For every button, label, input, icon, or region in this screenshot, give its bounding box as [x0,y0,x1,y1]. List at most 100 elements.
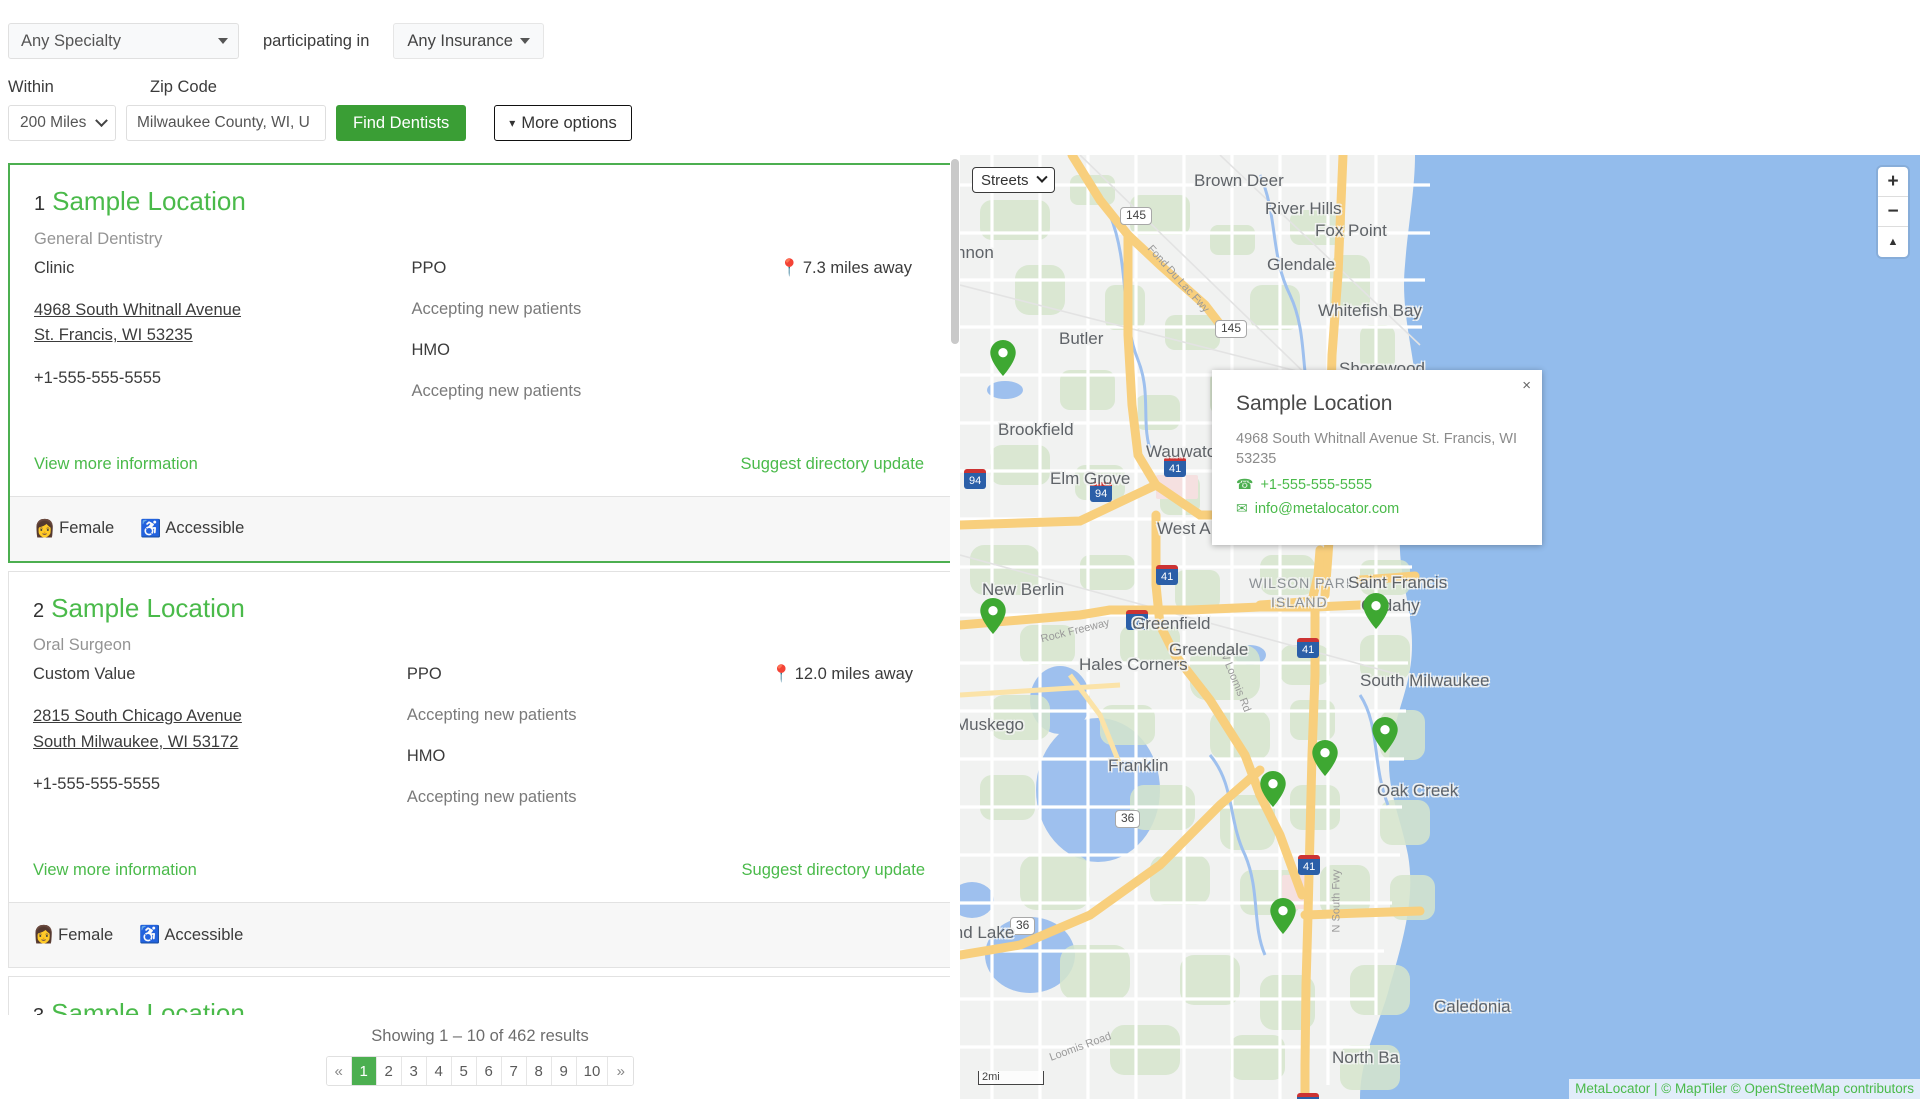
result-distance: 📍 7.3 miles away [779,259,912,278]
highway-shield-36: 36 [1115,810,1141,828]
result-card[interactable]: 1 Sample Location General Dentistry Clini… [8,163,952,563]
map-marker-pin-icon[interactable] [980,598,1006,634]
field-label-row: Within Zip Code [8,78,632,97]
map-marker-pin-icon[interactable] [1270,898,1296,934]
map-city-label: Hales Corners [1079,655,1188,674]
insurance-dropdown-button[interactable]: Any Insurance [393,23,544,59]
result-plans-column: PPO Accepting new patients HMO Accepting… [407,665,771,829]
badge-gender: 👩 Female [34,519,114,539]
result-address-line2[interactable]: St. Francis, WI 53235 [34,323,412,349]
map-info-popup[interactable]: × Sample Location 4968 South Whitnall Av… [1212,370,1542,546]
result-card-links: View more information Suggest directory … [10,429,950,496]
result-plan-hmo: HMO [406,747,446,766]
map-marker-pin-icon[interactable] [1372,717,1398,753]
result-address-line1[interactable]: 4968 South Whitnall Avenue [34,298,412,324]
result-card-body: 1 Sample Location General Dentistry Clini… [10,165,950,429]
popup-title: Sample Location [1236,392,1393,415]
badge-accessible: ♿ Accessible [139,925,243,945]
popup-close-icon[interactable]: × [1522,377,1531,394]
suggest-directory-update-link[interactable]: Suggest directory update [741,455,924,474]
map-marker-pin-icon[interactable] [1260,771,1286,807]
map-city-label: Glendale [1267,255,1336,274]
pagination-last[interactable]: » [608,1057,634,1085]
map-marker-pin-icon[interactable] [1363,593,1389,629]
result-location-type: Custom Value [33,665,136,684]
map-city-label: Muskego [960,715,1024,734]
envelope-icon: ✉ [1236,500,1248,517]
pagination-page-8[interactable]: 8 [526,1057,552,1085]
zoom-in-button[interactable]: + [1878,167,1908,197]
map-city-label: South Milwaukee [1360,671,1490,690]
pagination-page-5[interactable]: 5 [451,1057,477,1085]
result-title[interactable]: 3 Sample Location [33,999,927,1015]
map-attribution: MetaLocator | © MapTiler © OpenStreetMap… [1569,1079,1920,1099]
specialty-select[interactable]: Any Specialty [8,23,239,59]
results-panel: 1 Sample Location General Dentistry Clini… [0,155,960,1099]
result-title[interactable]: 1 Sample Location [34,187,926,216]
popup-phone-row[interactable]: ☎ +1-555-555-5555 [1236,476,1518,493]
suggest-directory-update-link[interactable]: Suggest directory update [742,861,925,880]
result-address-line1[interactable]: 2815 South Chicago Avenue [33,704,407,730]
result-address-line2[interactable]: South Milwaukee, WI 53172 [33,730,407,756]
highway-shield-145: 145 [1215,320,1248,338]
pagination-page-3[interactable]: 3 [401,1057,427,1085]
pagination-page-7[interactable]: 7 [501,1057,527,1085]
result-phone[interactable]: +1-555-555-5555 [33,775,407,794]
pagination-page-6[interactable]: 6 [476,1057,502,1085]
wheelchair-icon: ♿ [139,925,161,945]
pagination-page-2[interactable]: 2 [376,1057,402,1085]
chevron-down-icon [95,113,108,127]
pagination-first[interactable]: « [326,1057,352,1085]
pagination-page-9[interactable]: 9 [551,1057,577,1085]
view-more-information-link[interactable]: View more information [34,455,198,474]
map-city-label: nnon [960,243,994,262]
result-distance-text: 12.0 miles away [794,665,913,684]
result-contact-column: Custom Value 2815 South Chicago Avenue S… [33,665,407,829]
compass-reset-button[interactable]: ▲ [1878,227,1908,257]
result-plan-ppo-status: Accepting new patients [411,299,582,318]
result-card[interactable]: 2 Sample Location Oral Surgeon Custom Val… [8,570,952,969]
result-card-footer: 👩 Female ♿ Accessible [10,495,950,561]
result-plan-hmo-status: Accepting new patients [406,788,577,807]
map-city-label: Brown Deer [1194,171,1284,190]
chevron-down-icon: ▾ [509,116,516,130]
map-city-label: River Hills [1265,199,1342,218]
map-style-select[interactable]: Streets [972,167,1055,193]
result-phone[interactable]: +1-555-555-5555 [34,369,412,388]
insurance-dropdown-value: Any Insurance [407,31,513,50]
results-scroll-area[interactable]: 1 Sample Location General Dentistry Clini… [0,155,960,1015]
zoom-out-button[interactable]: − [1878,197,1908,227]
map-pin-icon: 📍 [771,665,792,684]
map-zoom-controls[interactable]: + − ▲ [1878,167,1908,257]
map-city-label: Brookfield [998,420,1074,439]
pagination-page-4[interactable]: 4 [426,1057,452,1085]
radius-select[interactable]: 200 Miles [8,105,116,141]
interstate-shield-41: 41 [1297,638,1320,658]
attribution-rest[interactable]: | © MapTiler © OpenStreetMap contributor… [1654,1081,1914,1096]
view-more-information-link[interactable]: View more information [33,861,197,880]
map-panel[interactable]: Fond Du Lac Fwy Rock Freeway W Loomis Rd… [960,155,1920,1099]
map-marker-pin-icon[interactable] [1312,740,1338,776]
result-card-body: 3 Sample Location [9,977,951,1015]
map-city-label: West A [1157,519,1211,538]
result-title[interactable]: 2 Sample Location [33,593,927,623]
pagination-page-10[interactable]: 10 [576,1057,609,1085]
map-city-label: Butler [1059,329,1104,348]
badge-accessible-label: Accessible [164,925,244,944]
search-controls: 200 Miles Find Dentists ▾ More options [8,105,632,141]
attribution-brand[interactable]: MetaLocator [1575,1081,1650,1096]
highway-shield-145: 145 [1120,207,1153,225]
pagination-page-1[interactable]: 1 [351,1057,377,1085]
map-canvas[interactable]: Fond Du Lac Fwy Rock Freeway W Loomis Rd… [960,155,1920,1099]
popup-email-row[interactable]: ✉ info@metalocator.com [1236,500,1518,517]
map-marker-pin-icon[interactable] [990,340,1016,376]
more-options-button[interactable]: ▾ More options [494,105,632,141]
results-scrollbar-thumb[interactable] [951,159,959,344]
result-location-type: Clinic [34,258,75,277]
result-card[interactable]: 3 Sample Location [8,976,952,1015]
badge-accessible: ♿ Accessible [140,519,244,539]
results-scrollbar[interactable] [950,155,960,1015]
find-dentists-button[interactable]: Find Dentists [336,105,467,141]
map-scale-bar: 2mi [978,1071,1044,1085]
zipcode-input[interactable] [126,105,326,141]
